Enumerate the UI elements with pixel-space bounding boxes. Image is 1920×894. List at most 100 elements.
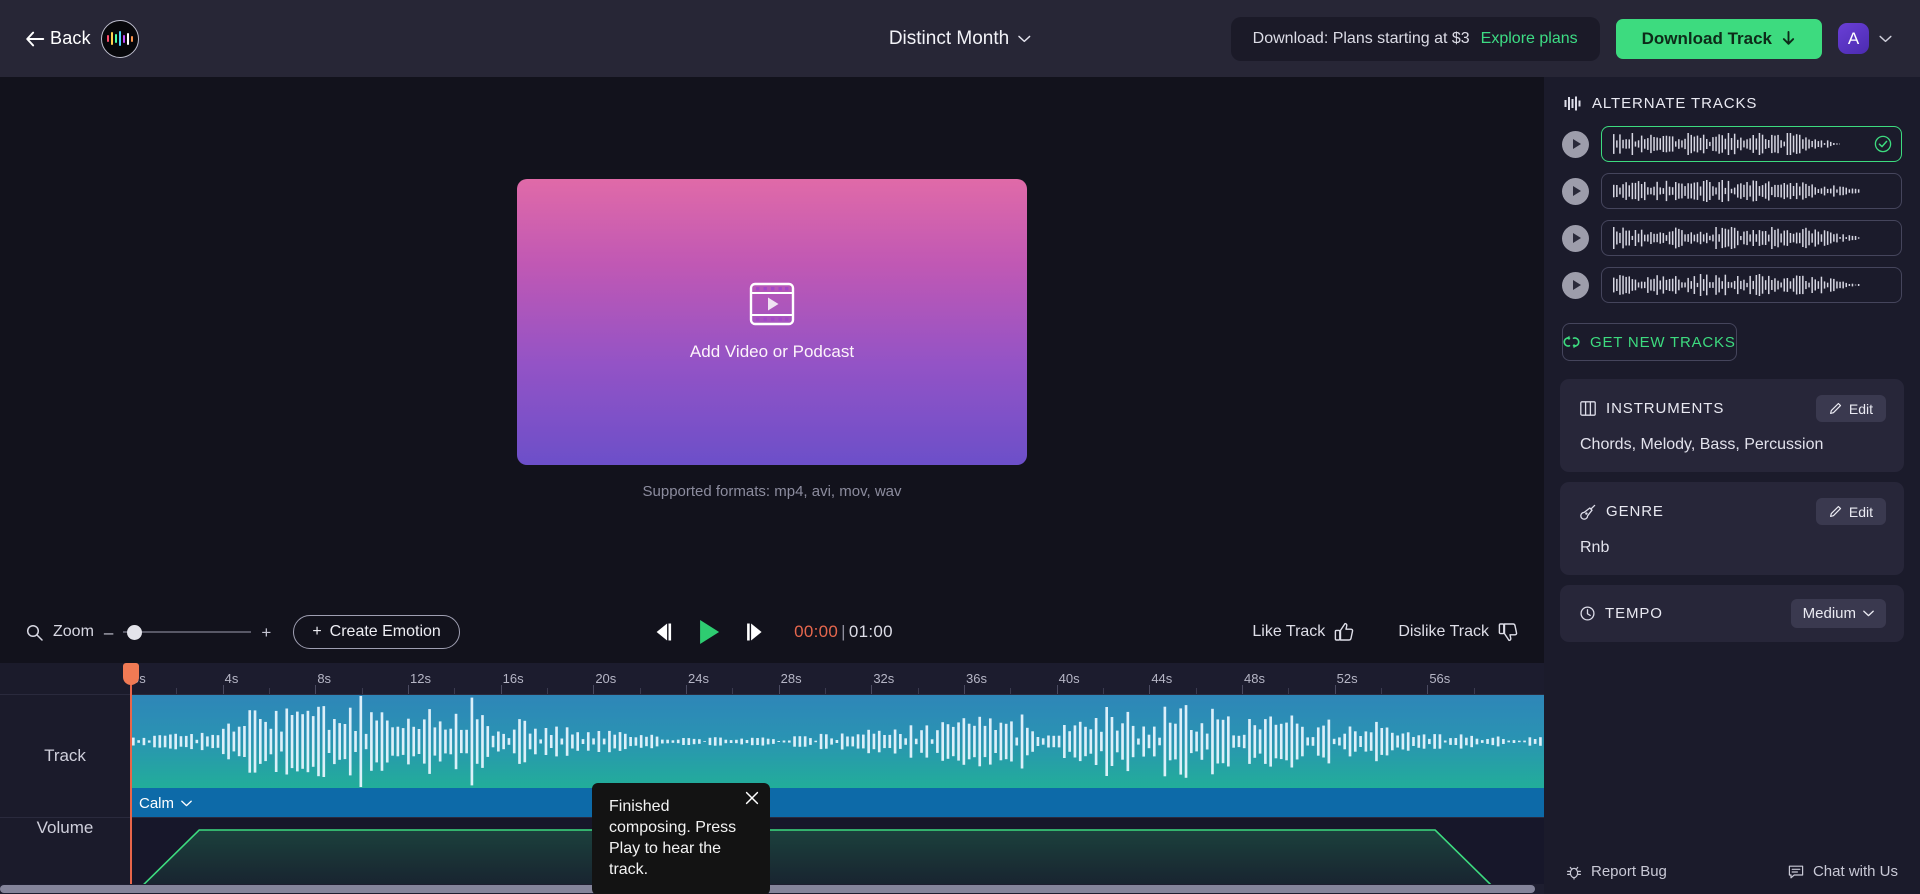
report-bug-button[interactable]: Report Bug [1566,863,1667,880]
genre-title-group: GENRE [1580,503,1664,520]
zoom-slider-knob[interactable] [127,624,143,640]
get-new-tracks-label: GET NEW TRACKS [1590,333,1736,351]
track-lane[interactable]: Calm [130,695,1544,818]
volume-envelope[interactable] [130,818,1544,894]
alternate-track-waveform[interactable] [1601,220,1902,256]
play-icon[interactable] [696,618,722,646]
zoom-in-button[interactable]: + [261,624,271,641]
ruler-tick-label: 40s [1058,671,1080,686]
timeline-lanes[interactable]: 0s 4s 8s 12s 16s 20s 24s 28s 32s 36s 40s 44s 48s 52s 5… [123,663,1544,894]
stage-area: Add Video or Podcast Supported formats: … [0,77,1544,601]
alternate-track-play-button[interactable] [1562,177,1589,205]
alternate-track-row[interactable] [1562,267,1902,303]
like-track-button[interactable]: Like Track [1252,622,1354,642]
chat-with-us-button[interactable]: Chat with Us [1788,863,1898,880]
play-icon [1572,233,1581,243]
chat-bubble-icon [1788,865,1804,878]
promo-text: Download: Plans starting at $3 [1252,29,1470,47]
composing-tooltip: Finished composing. Press Play to hear t… [592,783,770,894]
ruler-tick [686,685,687,694]
alternate-tracks-list [1544,116,1920,319]
ruler-label-spacer [0,663,130,695]
zoom-slider[interactable] [123,624,252,640]
promo-banner: Download: Plans starting at $3 Explore p… [1230,16,1600,61]
play-icon [1572,280,1581,290]
alternate-track-play-button[interactable] [1562,271,1589,299]
film-play-icon [749,282,795,325]
alternate-track-row[interactable] [1562,220,1902,256]
chevron-down-icon [1863,610,1874,617]
ruler-tick-label: 16s [502,671,524,686]
app-root: Back Distinct Month Download: Plans star… [0,0,1920,894]
chevron-down-icon [1018,35,1031,42]
report-bug-label: Report Bug [1591,863,1667,880]
tempo-select[interactable]: Medium [1790,599,1886,628]
alternate-track-row[interactable] [1562,126,1902,162]
ruler-tick-label: 8s [317,671,332,686]
ruler-tick [1334,685,1336,694]
get-new-tracks-button[interactable]: GET NEW TRACKS [1562,323,1737,361]
skip-back-icon[interactable] [651,621,675,643]
zoom-label: Zoom [53,623,94,640]
playhead-handle[interactable] [123,663,139,685]
ruler-tick-minor [732,688,734,694]
explore-plans-link[interactable]: Explore plans [1481,30,1578,48]
instruments-title-group: INSTRUMENTS [1580,400,1724,417]
alternate-track-play-button[interactable] [1562,224,1589,252]
ruler-tick-minor [1381,688,1382,694]
body-row: Add Video or Podcast Supported formats: … [0,77,1920,894]
ruler-tick-minor [547,688,548,694]
current-time: 00:00 [794,622,839,641]
editor-toolbar: Zoom – + + Create Emotion 00:00 | 01:00 … [0,601,1544,663]
ruler-tick-label: 24s [688,671,709,686]
add-video-dropzone[interactable]: Add Video or Podcast [517,178,1027,465]
piano-icon [1580,401,1596,416]
bug-icon [1567,866,1581,880]
ruler-tick-minor [1288,688,1290,694]
waveform-bars [1613,133,1840,155]
instruments-header: INSTRUMENTS Edit [1580,395,1886,422]
timeline-row-labels: Track Volume [0,663,130,894]
right-sidebar: ALTERNATE TRACKS GET NEW TRACKS INSTRUME… [1544,77,1920,894]
ruler-tick-label: 4s [224,671,239,686]
zoom-control: Zoom – + [26,623,271,641]
create-emotion-label: Create Emotion [329,623,441,640]
ruler-tick-label: 28s [780,671,802,686]
close-icon[interactable] [745,791,759,805]
timeline-horizontal-scrollbar[interactable] [0,884,1544,894]
zoom-out-button[interactable]: – [104,624,113,641]
ruler-tick [1149,685,1151,694]
clip-emotion-bar[interactable]: Calm [130,788,1544,817]
instruments-edit-button[interactable]: Edit [1815,395,1886,422]
create-emotion-button[interactable]: + Create Emotion [293,615,460,649]
back-button[interactable]: Back [24,28,91,50]
alternate-track-row[interactable] [1562,173,1902,209]
clip-emotion-label: Calm [139,794,175,812]
editor-column: Add Video or Podcast Supported formats: … [0,77,1544,894]
time-separator: | [841,622,846,641]
thumbs-down-icon [1498,623,1518,642]
alternate-track-waveform[interactable] [1601,267,1902,303]
genre-edit-button[interactable]: Edit [1815,498,1886,525]
timeline-ruler[interactable]: 0s 4s 8s 12s 16s 20s 24s 28s 32s 36s 40s 44s 48s 52s 5… [130,663,1544,695]
dislike-track-button[interactable]: Dislike Track [1398,622,1518,642]
user-menu[interactable]: A [1838,23,1892,54]
track-title-dropdown[interactable]: Distinct Month [889,28,1031,50]
play-icon [1572,139,1581,149]
ruler-tick-minor [1103,688,1104,694]
clock-icon [1580,606,1595,621]
playhead[interactable] [123,663,139,894]
skip-forward-icon[interactable] [743,621,767,643]
tempo-card: TEMPO Medium [1560,585,1904,642]
volume-lane[interactable] [130,818,1544,894]
audio-clip[interactable]: Calm [130,695,1544,817]
back-group: Back [24,19,139,58]
download-track-button[interactable]: Download Track [1615,18,1822,59]
ruler-tick-label: 20s [595,671,617,686]
chat-with-us-label: Chat with Us [1812,863,1898,880]
soundraw-waveform-logo-icon[interactable] [100,19,139,58]
ruler-tick-label: 44s [1151,671,1173,686]
alternate-track-waveform[interactable] [1601,126,1902,162]
alternate-track-waveform[interactable] [1601,173,1902,209]
alternate-track-play-button[interactable] [1562,130,1589,158]
